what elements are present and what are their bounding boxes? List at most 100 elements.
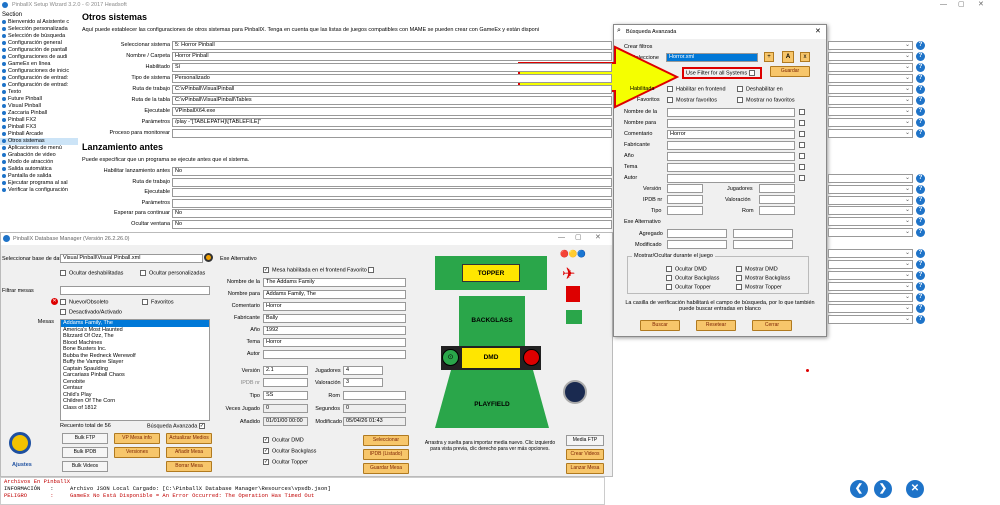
help-icon[interactable]: ?	[916, 52, 925, 61]
type-input[interactable]: SS	[263, 391, 308, 400]
setting-value-ext[interactable]	[828, 271, 913, 280]
use-filter-all-systems-checkbox[interactable]: Use Filter for all Systems	[682, 67, 762, 80]
sidebar-item[interactable]: Verificar la configuración	[0, 187, 78, 194]
launch-table-button[interactable]: Lanzar Mesa	[566, 463, 604, 474]
dbm-action-button[interactable]: Borrar Mesa	[166, 461, 212, 472]
launch-setting-value[interactable]	[172, 188, 612, 197]
dialog-field-checkbox[interactable]	[799, 153, 805, 159]
wheel-image[interactable]	[563, 380, 587, 404]
hide-topper-checkbox[interactable]: ✓ Ocultar Topper	[263, 459, 308, 465]
setting-value[interactable]: Horror Pinball	[172, 52, 612, 61]
setting-value-ext[interactable]	[828, 85, 913, 94]
hide-backglass-checkbox[interactable]: ✓ Ocultar Backglass	[263, 448, 316, 454]
dlg-added-range[interactable]	[667, 229, 727, 238]
field-input[interactable]: Horror	[263, 338, 406, 347]
chevron-down-icon[interactable]: ⌄	[905, 206, 910, 213]
chevron-down-icon[interactable]: ⌄	[905, 260, 910, 267]
sidebar-item[interactable]: Future Pinball	[0, 96, 78, 103]
dlg-type-input[interactable]	[667, 206, 703, 215]
sidebar-item[interactable]: Bienvenido al Asistente c	[0, 19, 78, 26]
setting-value-ext[interactable]	[828, 185, 913, 194]
setting-value[interactable]: C:\vPinball\VisualPinball\Tables	[172, 96, 612, 105]
chevron-down-icon[interactable]: ⌄	[905, 315, 910, 322]
setting-value-ext[interactable]	[828, 41, 913, 50]
rating-select[interactable]: 3	[343, 378, 383, 387]
chevron-down-icon[interactable]: ⌄	[905, 282, 910, 289]
sidebar-item[interactable]: Pantalla de salida	[0, 173, 78, 180]
favorites-checkbox[interactable]: Favoritos	[142, 299, 174, 305]
help-icon[interactable]: ?	[916, 96, 925, 105]
launch-setting-value[interactable]: No	[172, 167, 612, 176]
sidebar-item[interactable]: Visual Pinball	[0, 103, 78, 110]
maximize-icon[interactable]: ▢	[958, 0, 965, 10]
setting-value-ext[interactable]	[828, 304, 913, 313]
topper-screen[interactable]: TOPPER	[462, 264, 520, 282]
backglass-screen[interactable]: BACKGLASS	[459, 296, 525, 346]
settings-label[interactable]: Ajustes	[12, 462, 32, 468]
dialog-field-input[interactable]	[667, 119, 795, 128]
hide-disabled-checkbox[interactable]: Ocultar deshabilitadas	[60, 270, 123, 276]
clear-filter-icon[interactable]: ✕	[51, 298, 58, 305]
chevron-down-icon[interactable]: ⌄	[905, 118, 910, 125]
list-item[interactable]: Class of 1812	[61, 405, 209, 412]
dlg-modified-range-end[interactable]	[733, 240, 793, 249]
db-select[interactable]: Visual Pinball\Visual Pinball.xml	[60, 254, 203, 263]
settings-icon[interactable]	[9, 432, 31, 454]
chevron-down-icon[interactable]: ⌄	[905, 249, 910, 256]
rom-input[interactable]	[343, 391, 406, 400]
chevron-down-icon[interactable]: ⌄	[905, 293, 910, 300]
dbm-action-button[interactable]: Versiones	[114, 447, 160, 458]
save-table-button[interactable]: Guardar Mesa	[363, 463, 409, 474]
sidebar-item[interactable]: Configuración de entrad:	[0, 82, 78, 89]
dialog-field-input[interactable]	[667, 108, 795, 117]
setting-value-ext[interactable]	[828, 52, 913, 61]
dbm-action-button[interactable]: Bulk IPDB	[62, 447, 108, 458]
tables-list[interactable]: Addams Family, The America's Most Haunted…	[60, 319, 210, 421]
setting-value-ext[interactable]	[828, 174, 913, 183]
dialog-field-input[interactable]	[667, 152, 795, 161]
disable-checkbox[interactable]: Deshabilitar en	[737, 86, 783, 92]
filter-input[interactable]	[60, 286, 210, 295]
hide-custom-checkbox[interactable]: Ocultar personalizadas	[140, 270, 205, 276]
launch-setting-value[interactable]: No	[172, 209, 612, 218]
dialog-field-input[interactable]: Horror	[667, 130, 795, 139]
show-option-checkbox[interactable]: Mostrar Topper	[736, 284, 782, 290]
dlg-added-range-end[interactable]	[733, 229, 793, 238]
dialog-field-checkbox[interactable]	[799, 109, 805, 115]
setting-value-ext[interactable]	[828, 129, 913, 138]
new-old-checkbox[interactable]: Nuevo/Obsoleto	[60, 299, 108, 305]
dialog-field-input[interactable]	[667, 141, 795, 150]
launch-setting-value[interactable]	[172, 198, 612, 208]
help-icon[interactable]: ?	[916, 129, 925, 138]
dlg-rom-input[interactable]	[759, 206, 795, 215]
dbm-action-button[interactable]: Bulk FTP	[62, 433, 108, 444]
dlg-ipdb-input[interactable]	[667, 195, 703, 204]
dialog-field-checkbox[interactable]	[799, 131, 805, 137]
dialog-field-input[interactable]	[667, 163, 795, 172]
help-icon[interactable]: ?	[916, 196, 925, 205]
field-input[interactable]: Horror	[263, 302, 406, 311]
sidebar-item[interactable]: Ejecutar programa al sal	[0, 180, 78, 187]
field-input[interactable]: The Addams Family	[263, 278, 406, 287]
dialog-field-input[interactable]	[667, 174, 795, 183]
chevron-down-icon[interactable]: ⌄	[905, 52, 910, 59]
version-input[interactable]: 2.1	[263, 366, 308, 375]
close-dialog-button[interactable]: Cerrar	[752, 320, 792, 331]
sidebar-item[interactable]: Configuraciones de audi	[0, 54, 78, 61]
sidebar-item[interactable]: Configuración de pantall	[0, 47, 78, 54]
sidebar-item[interactable]: Salida automática	[0, 166, 78, 173]
setting-value-ext[interactable]	[828, 260, 913, 269]
setting-value-ext[interactable]	[828, 196, 913, 205]
deactivated-checkbox[interactable]: Desactivado/Activado	[60, 309, 122, 315]
dialog-field-checkbox[interactable]	[799, 120, 805, 126]
dialog-field-checkbox[interactable]	[799, 175, 805, 181]
show-nonfavorites-checkbox[interactable]: Mostrar no favoritos	[737, 97, 795, 103]
advanced-search-toggle[interactable]: Búsqueda Avanzada ✓	[147, 423, 208, 429]
dbm-action-button[interactable]: Actualizar Medios	[166, 433, 212, 444]
help-icon[interactable]: ?	[916, 107, 925, 116]
dbm-action-button[interactable]: Añadir Mesa	[166, 447, 212, 458]
dlg-players-select[interactable]	[759, 184, 795, 193]
setting-value-ext[interactable]	[828, 217, 913, 226]
help-icon[interactable]: ?	[916, 41, 925, 50]
help-icon[interactable]: ?	[916, 85, 925, 94]
